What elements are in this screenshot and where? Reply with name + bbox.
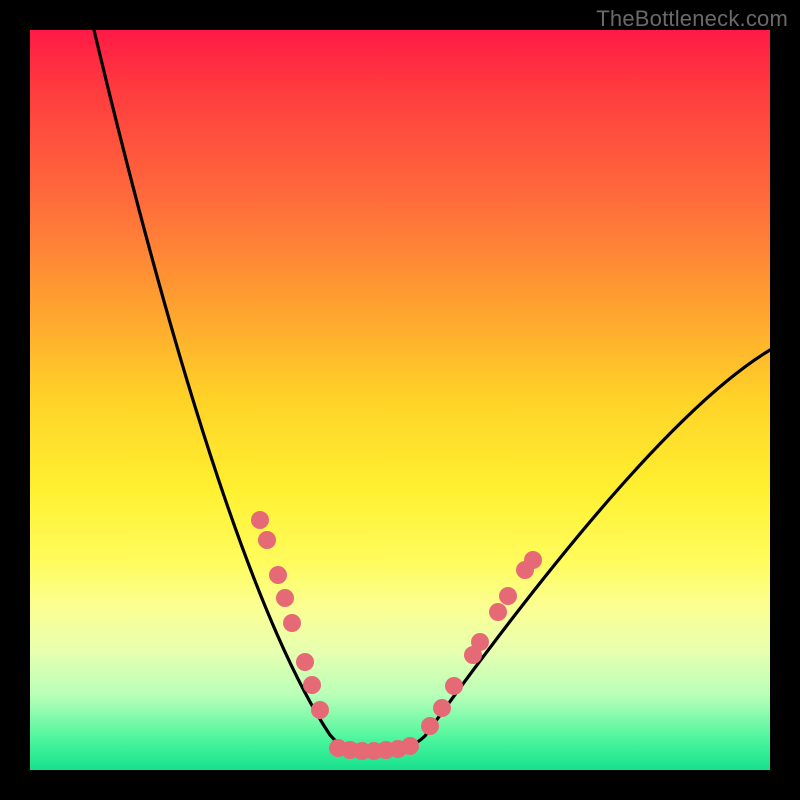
chart-frame: TheBottleneck.com (0, 0, 800, 800)
highlight-dot (499, 587, 517, 605)
watermark-text: TheBottleneck.com (596, 6, 788, 32)
highlight-dot (251, 511, 269, 529)
chart-svg (30, 30, 770, 770)
flat-bottom-group (329, 737, 419, 760)
highlight-dot (258, 531, 276, 549)
highlight-dot (269, 566, 287, 584)
highlight-dots-group (251, 511, 542, 735)
highlight-dot (276, 589, 294, 607)
chart-plot-area (30, 30, 770, 770)
flat-dot (401, 737, 419, 755)
highlight-dot (445, 677, 463, 695)
highlight-dot (524, 551, 542, 569)
highlight-dot (283, 614, 301, 632)
highlight-dot (303, 676, 321, 694)
highlight-dot (421, 717, 439, 735)
bottleneck-curve (94, 30, 770, 754)
highlight-dot (433, 699, 451, 717)
highlight-dot (471, 633, 489, 651)
highlight-dot (489, 603, 507, 621)
highlight-dot (296, 653, 314, 671)
highlight-dot (311, 701, 329, 719)
